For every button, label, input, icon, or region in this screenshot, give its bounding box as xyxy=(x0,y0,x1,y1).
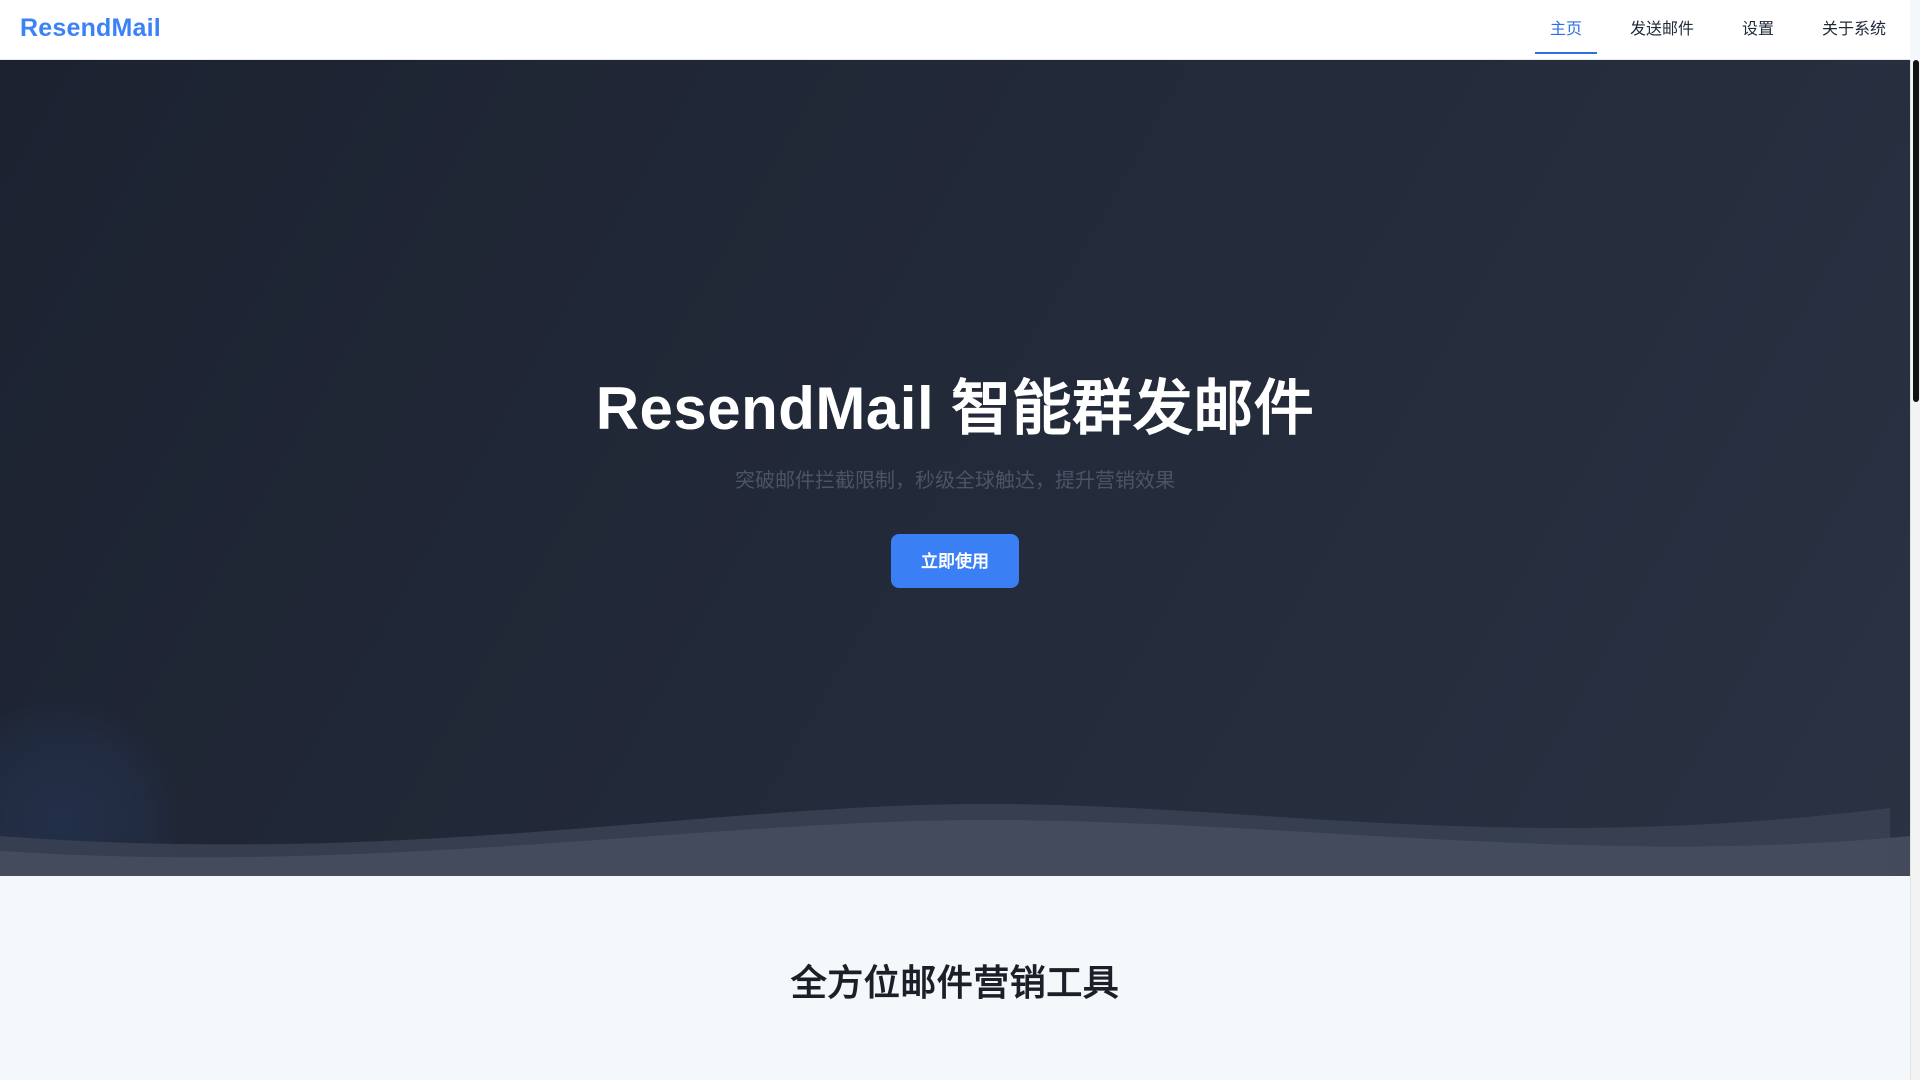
hero-title: ResendMail 智能群发邮件 xyxy=(595,375,1315,442)
page: ResendMail 主页 发送邮件 设置 关于系统 ResendMail 智能… xyxy=(0,0,1910,1080)
hero-subtitle: 突破邮件拦截限制，秒级全球触达，提升营销效果 xyxy=(735,470,1175,492)
main-nav: 主页 发送邮件 设置 关于系统 xyxy=(1526,0,1910,60)
features-title: 全方位邮件营销工具 xyxy=(790,962,1120,1003)
brand-logo[interactable]: ResendMail xyxy=(20,14,161,43)
page-scrollbar[interactable] xyxy=(1910,60,1920,1080)
hero-wave-decoration xyxy=(0,803,1910,876)
nav-item-about[interactable]: 关于系统 xyxy=(1798,0,1910,60)
get-started-button[interactable]: 立即使用 xyxy=(891,534,1019,588)
features-section: 全方位邮件营销工具 xyxy=(0,876,1910,1080)
hero-section: ResendMail 智能群发邮件 突破邮件拦截限制，秒级全球触达，提升营销效果… xyxy=(0,60,1910,876)
scrollbar-thumb[interactable] xyxy=(1913,60,1919,402)
nav-item-home[interactable]: 主页 xyxy=(1526,0,1606,60)
nav-item-send-email[interactable]: 发送邮件 xyxy=(1606,0,1718,60)
nav-item-settings[interactable]: 设置 xyxy=(1718,0,1798,60)
top-navigation-bar: ResendMail 主页 发送邮件 设置 关于系统 xyxy=(0,0,1910,60)
